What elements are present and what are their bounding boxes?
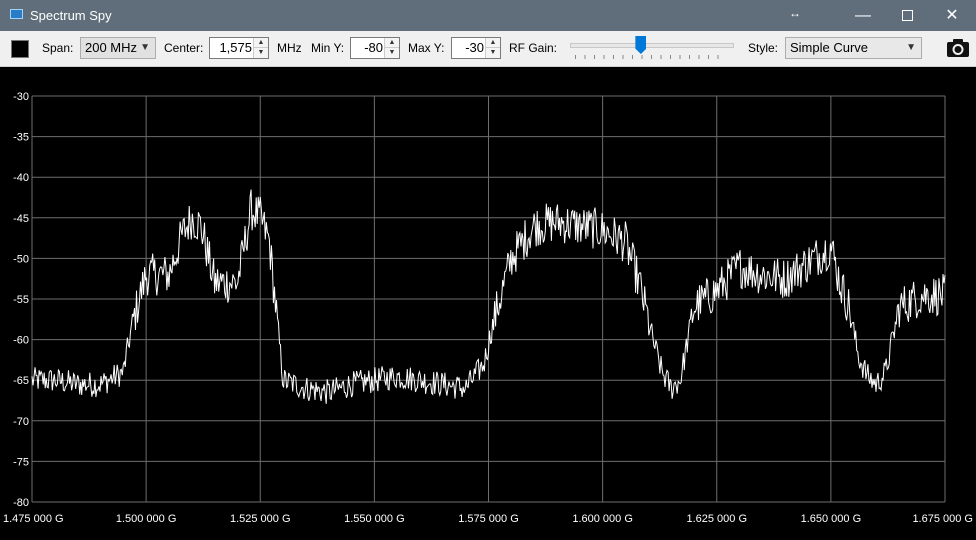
- miny-label: Min Y:: [311, 41, 345, 55]
- maxy-stepper[interactable]: -30 ▲ ▼: [451, 37, 501, 59]
- chevron-down-icon: ▼: [140, 42, 150, 53]
- toolbar: Span: 200 MHz ▼ Center: 1,575 ▲ ▼ MHz Min…: [0, 31, 976, 67]
- y-tick-label: -75: [13, 456, 29, 468]
- spin-up-icon[interactable]: ▲: [254, 38, 268, 48]
- x-tick-label: 1.550 000 G: [344, 513, 405, 525]
- maximize-icon: [901, 10, 913, 22]
- gain-slider-track[interactable]: [570, 43, 734, 48]
- y-tick-label: -40: [13, 172, 29, 184]
- maxy-label: Max Y:: [408, 41, 445, 55]
- gain-label: RF Gain:: [509, 41, 558, 55]
- gain-slider-ticks: [575, 55, 727, 59]
- spin-down-icon[interactable]: ▼: [254, 48, 268, 58]
- y-tick-label: -55: [13, 294, 29, 306]
- y-tick-label: -50: [13, 253, 29, 265]
- center-value: 1,575: [219, 40, 252, 55]
- span-select[interactable]: 200 MHz ▼: [80, 37, 156, 59]
- spectrum-chart[interactable]: -30 -35 -40 -45 -50 -55 -60 -65 -70 -75 -80 1.475 0…: [0, 67, 976, 537]
- x-tick-label: 1.475 000 G: [3, 513, 64, 525]
- x-tick-label: 1.525 000 G: [230, 513, 291, 525]
- y-tick-label: -70: [13, 416, 29, 428]
- maxy-value: -30: [465, 40, 484, 55]
- x-tick-label: 1.650 000 G: [801, 513, 862, 525]
- x-tick-label: 1.500 000 G: [116, 513, 177, 525]
- center-unit: MHz: [277, 41, 302, 55]
- spin-up-icon[interactable]: ▲: [385, 38, 399, 48]
- miny-value: -80: [364, 40, 383, 55]
- spin-down-icon[interactable]: ▼: [385, 48, 399, 58]
- color-swatch[interactable]: [11, 40, 29, 58]
- maximize-button[interactable]: [884, 0, 930, 31]
- app-icon: [10, 9, 23, 19]
- close-button[interactable]: ✕: [929, 0, 975, 31]
- y-tick-label: -35: [13, 132, 29, 144]
- y-tick-label: -45: [13, 213, 29, 225]
- span-label: Span:: [42, 41, 74, 55]
- style-select[interactable]: Simple Curve ▼: [785, 37, 922, 59]
- y-tick-label: -60: [13, 335, 29, 347]
- span-select-value: 200 MHz: [85, 40, 138, 55]
- spectrum-plot[interactable]: -30 -35 -40 -45 -50 -55 -60 -65 -70 -75 -80 1.475 0…: [0, 67, 976, 537]
- x-tick-label: 1.675 000 G: [912, 513, 973, 525]
- camera-icon[interactable]: [946, 38, 970, 58]
- gain-slider-thumb[interactable]: [635, 36, 647, 54]
- spin-up-icon[interactable]: ▲: [486, 38, 500, 48]
- y-tick-label: -65: [13, 375, 29, 387]
- style-select-value: Simple Curve: [790, 40, 869, 55]
- y-tick-label: -80: [13, 497, 29, 509]
- center-stepper[interactable]: 1,575 ▲ ▼: [209, 37, 269, 59]
- minimize-button[interactable]: —: [840, 0, 886, 31]
- y-tick-label: -30: [13, 91, 29, 103]
- spin-down-icon[interactable]: ▼: [486, 48, 500, 58]
- center-label: Center:: [164, 41, 204, 55]
- style-label: Style:: [748, 41, 779, 55]
- miny-stepper[interactable]: -80 ▲ ▼: [350, 37, 400, 59]
- window-title: Spectrum Spy: [30, 8, 112, 23]
- x-tick-label: 1.625 000 G: [686, 513, 747, 525]
- x-tick-label: 1.575 000 G: [458, 513, 519, 525]
- resize-icon[interactable]: ↔: [789, 6, 801, 20]
- title-bar: Spectrum Spy ↔ — ✕: [0, 0, 976, 31]
- x-tick-label: 1.600 000 G: [572, 513, 633, 525]
- chevron-down-icon: ▼: [906, 42, 916, 53]
